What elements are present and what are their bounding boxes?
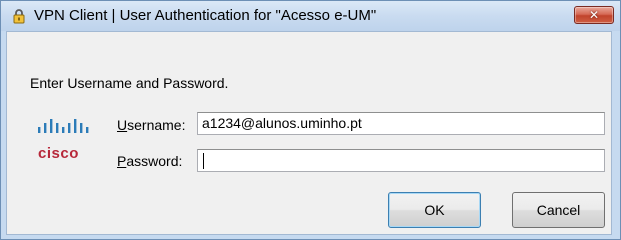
cisco-logo-bar: [56, 123, 59, 133]
close-icon: ✕: [588, 8, 600, 22]
auth-prompt: Enter Username and Password.: [30, 75, 229, 91]
username-input[interactable]: a1234@alunos.uminho.pt: [197, 112, 605, 135]
title-bar[interactable]: VPN Client | User Authentication for "Ac…: [1, 1, 620, 31]
username-label: Username:: [117, 117, 185, 133]
cisco-logo-bar: [44, 123, 47, 133]
window-title: VPN Client | User Authentication for "Ac…: [34, 7, 377, 24]
text-caret: [203, 153, 204, 169]
cisco-logo-bar: [38, 127, 41, 133]
cisco-logo-bar: [74, 119, 77, 133]
cisco-logo-bar: [62, 127, 65, 133]
password-label-accelerator: P: [117, 153, 127, 169]
cisco-logo-bar: [68, 123, 71, 133]
close-button[interactable]: ✕: [574, 6, 614, 24]
password-label-text: assword:: [126, 153, 183, 169]
ok-button[interactable]: OK: [388, 192, 481, 228]
cisco-logo-bar: [50, 119, 53, 133]
cisco-wordmark: cisco: [38, 145, 79, 162]
cisco-logo-bar: [80, 123, 83, 133]
username-label-accelerator: U: [117, 117, 128, 133]
password-input[interactable]: [197, 149, 605, 172]
password-label: Password:: [117, 153, 182, 169]
username-label-text: sername:: [127, 117, 186, 133]
cisco-logo-bar: [86, 127, 89, 133]
padlock-icon: [13, 9, 25, 24]
cancel-button[interactable]: Cancel: [512, 192, 605, 228]
